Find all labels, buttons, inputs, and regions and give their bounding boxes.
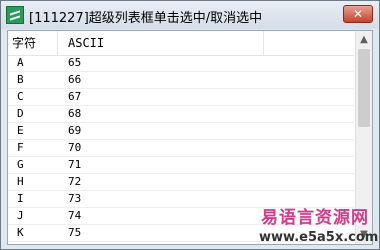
ascii-cell: 72 xyxy=(68,175,82,188)
ascii-cell: 66 xyxy=(68,73,82,86)
char-cell: C xyxy=(17,90,24,103)
list-row[interactable]: E 69 xyxy=(8,123,354,140)
char-cell: K xyxy=(17,226,24,239)
list-row[interactable]: D 68 xyxy=(8,106,354,123)
list-row[interactable]: H 72 xyxy=(8,174,354,191)
char-cell: F xyxy=(17,141,24,154)
watermark-title: 易语言资源网 xyxy=(261,208,369,228)
char-cell: D xyxy=(17,107,24,120)
char-cell: H xyxy=(17,175,24,188)
chevron-up-icon[interactable]: ▲ xyxy=(358,34,370,46)
list-row[interactable]: G 71 xyxy=(8,157,354,174)
char-cell: G xyxy=(17,158,24,171)
window-title: [111227]超级列表框单击选中/取消选中 xyxy=(29,11,263,26)
watermark-url: www.e5a5x.com xyxy=(259,230,379,245)
char-cell: A xyxy=(17,56,24,69)
close-icon: ✕ xyxy=(352,7,364,21)
ascii-cell: 73 xyxy=(68,192,82,205)
list-header: 字符 ASCII xyxy=(8,31,354,56)
ascii-cell: 69 xyxy=(68,124,82,137)
ascii-cell: 71 xyxy=(68,158,82,171)
char-cell: E xyxy=(17,124,24,137)
main-window: [111227]超级列表框单击选中/取消选中 ✕ 字符 ASCII A 65 B 6… xyxy=(0,0,380,250)
column-header-ascii[interactable]: ASCII xyxy=(64,31,264,55)
ascii-cell: 68 xyxy=(68,107,82,120)
list-row[interactable]: B 66 xyxy=(8,72,354,89)
ascii-cell: 67 xyxy=(68,90,82,103)
column-header-char[interactable]: 字符 xyxy=(8,31,58,55)
char-cell: I xyxy=(17,192,24,205)
ascii-cell: 65 xyxy=(68,56,82,69)
list-row[interactable]: A 65 xyxy=(8,55,354,72)
list-row[interactable]: C 67 xyxy=(8,89,354,106)
site-watermark: 易语言资源网 www.e5a5x.com xyxy=(259,203,379,245)
ascii-cell: 70 xyxy=(68,141,82,154)
app-icon xyxy=(6,6,24,24)
scroll-thumb[interactable] xyxy=(358,49,370,127)
char-cell: B xyxy=(17,73,24,86)
title-bar[interactable]: [111227]超级列表框单击选中/取消选中 ✕ xyxy=(1,1,379,29)
ascii-cell: 75 xyxy=(68,226,82,239)
ascii-cell: 74 xyxy=(68,209,82,222)
char-cell: J xyxy=(17,209,24,222)
list-row[interactable]: F 70 xyxy=(8,140,354,157)
close-button[interactable]: ✕ xyxy=(343,5,373,23)
